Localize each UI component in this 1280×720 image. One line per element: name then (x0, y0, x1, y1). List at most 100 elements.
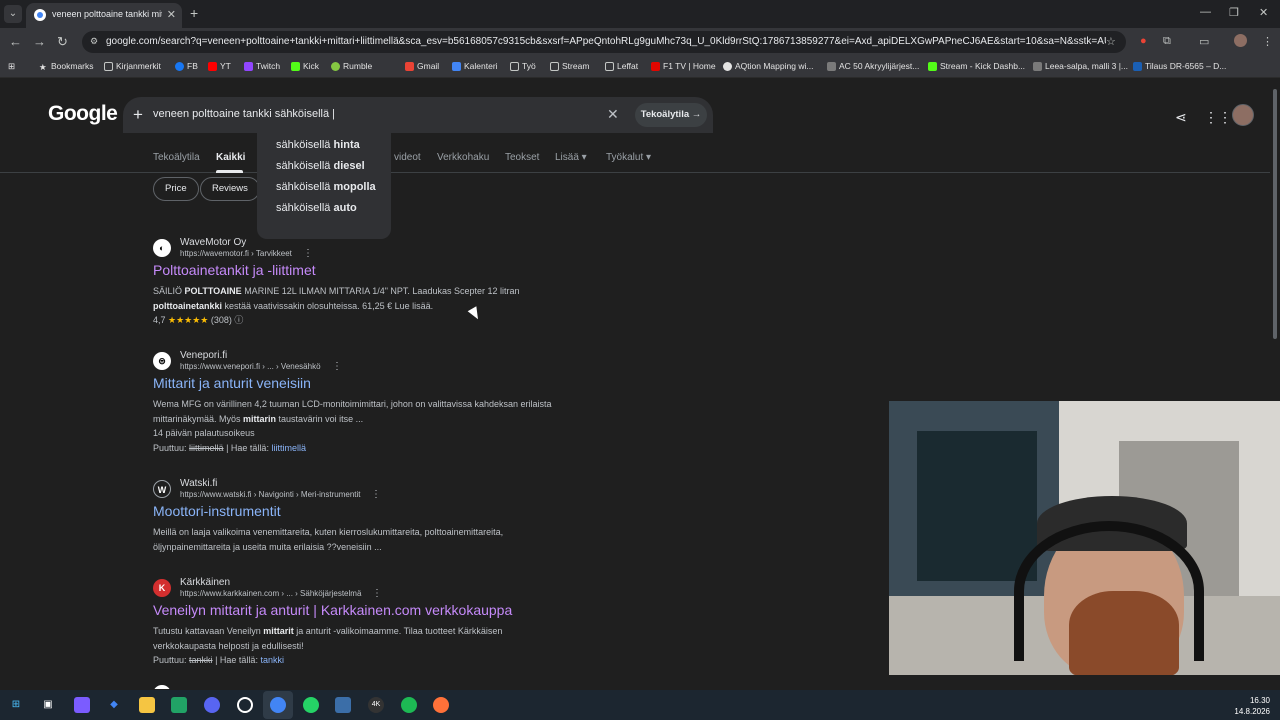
extensions-puzzle-icon[interactable]: ⧉ (1163, 35, 1171, 48)
cast-icon[interactable]: ▭ (1199, 35, 1209, 48)
bookmark-item[interactable]: Rumble (331, 61, 372, 71)
search-input[interactable]: veneen polttoaine tankki sähköisellä | (153, 108, 335, 120)
suggestion-item[interactable]: sähköisellä hinta (276, 139, 360, 151)
tab-books[interactable]: Teokset (505, 152, 539, 163)
url-text: google.com/search?q=veneen+polttoaine+ta… (106, 36, 1106, 47)
forward-button[interactable]: → (33, 34, 46, 49)
info-icon: ⓘ (234, 315, 244, 325)
bookmark-item[interactable]: Työ (510, 61, 536, 71)
chip-price[interactable]: Price (153, 177, 199, 201)
windows-start-icon[interactable]: ⊞ (8, 697, 24, 713)
github-icon (723, 61, 732, 71)
result-url[interactable]: https://www.watski.fi › Navigointi › Mer… (180, 490, 361, 499)
whatsapp-icon[interactable] (303, 697, 319, 713)
bookmark-item[interactable]: Stream - Kick Dashb... (928, 61, 1025, 71)
extension-icon[interactable]: ● (1140, 35, 1147, 47)
reload-button[interactable]: ↻ (57, 34, 68, 50)
share-icon[interactable]: ⋖ (1175, 109, 1187, 126)
bookmark-item[interactable]: AQtion Mapping wi... (723, 61, 813, 71)
profile-avatar[interactable] (1234, 34, 1247, 47)
search-box[interactable]: + veneen polttoaine tankki sähköisellä |… (123, 97, 713, 133)
more-options-icon[interactable]: ⋮ (371, 489, 381, 500)
obs-icon[interactable] (237, 697, 253, 713)
bookmark-item[interactable]: FB (175, 61, 198, 71)
bookmark-item[interactable]: F1 TV | Home (651, 61, 716, 71)
new-tab-button[interactable]: + (190, 5, 198, 21)
app-icon[interactable]: ◆ (106, 697, 122, 713)
bookmark-item[interactable]: Twitch (244, 61, 280, 71)
result-title[interactable]: Mittarit ja anturit veneisiin (153, 375, 311, 391)
bookmark-item[interactable]: Leea-salpa, malli 3 |... (1033, 61, 1128, 71)
result-title[interactable]: Veneilyn mittarit ja anturit | Karkkaine… (153, 602, 512, 618)
site-info-icon[interactable]: ⚙ (90, 36, 100, 46)
minimize-button[interactable]: — (1200, 6, 1211, 18)
ai-mode-button[interactable]: Tekoälytila → (635, 103, 707, 127)
result-url[interactable]: https://wavemotor.fi › Tarvikkeet (180, 249, 292, 258)
4k-app-icon[interactable]: 4K (368, 697, 384, 713)
tab-search-button[interactable]: ⌄ (4, 5, 22, 23)
tab-ai-mode[interactable]: Tekoälytila (153, 152, 200, 163)
result-title[interactable]: Moottori-instrumentit (153, 503, 281, 519)
spotify-icon[interactable] (401, 697, 417, 713)
system-clock[interactable]: 16.30 14.8.2026 (1234, 695, 1270, 717)
result-url[interactable]: https://www.venepori.fi › ... › Venesähk… (180, 362, 321, 371)
discord-icon[interactable] (204, 697, 220, 713)
tab-all[interactable]: Kaikki (216, 152, 245, 163)
bookmark-item[interactable]: Kirjanmerkit (104, 61, 161, 71)
tab-videos[interactable]: videot (394, 152, 421, 163)
more-options-icon[interactable]: ⋮ (372, 588, 382, 599)
plus-icon[interactable]: + (133, 105, 143, 125)
bookmark-item[interactable]: Kalenteri (452, 61, 498, 71)
bookmark-item[interactable]: Tilaus DR-6565 – D... (1133, 61, 1226, 71)
chip-reviews[interactable]: Reviews (200, 177, 260, 201)
result-site-name[interactable]: Watski.fi (180, 478, 217, 489)
tab-tools[interactable]: Työkalut ▾ (606, 152, 651, 163)
tab-more[interactable]: Lisää ▾ (555, 152, 587, 163)
firefox-icon[interactable] (433, 697, 449, 713)
suggestion-item[interactable]: sähköisellä auto (276, 202, 357, 214)
result-site-name[interactable]: Kärkkäinen (180, 577, 230, 588)
app-icon[interactable] (74, 697, 90, 713)
address-bar[interactable]: ⚙ google.com/search?q=veneen+polttoaine+… (82, 31, 1126, 53)
account-avatar[interactable] (1232, 104, 1254, 126)
f1-icon (651, 61, 660, 71)
scrollbar-thumb[interactable] (1273, 89, 1277, 339)
bookmark-item[interactable]: Gmail (405, 61, 439, 71)
suggestion-item[interactable]: sähköisellä diesel (276, 160, 365, 172)
more-options-icon[interactable]: ⋮ (303, 248, 313, 259)
excel-icon[interactable] (171, 697, 187, 713)
bookmark-item[interactable]: YT (208, 61, 231, 71)
bookmark-star-icon[interactable]: ☆ (1106, 35, 1116, 48)
google-logo[interactable]: Google (48, 102, 118, 126)
result-snippet: Tutustu kattavaan Veneilyn mittarit ja a… (153, 624, 553, 668)
result-title[interactable]: Polttoainetankit ja -liittimet (153, 262, 316, 278)
apps-grid-icon[interactable]: ⊞ (8, 61, 15, 72)
result-site-name[interactable]: WaveMotor Oy (180, 237, 246, 248)
menu-icon[interactable]: ⋮ (1262, 35, 1273, 48)
browser-tab[interactable]: veneen polttoaine tankki mittari ✕ (26, 3, 182, 28)
tab-strip: ⌄ veneen polttoaine tankki mittari ✕ + —… (0, 0, 1280, 28)
close-window-button[interactable]: ✕ (1259, 6, 1268, 19)
file-explorer-icon[interactable] (139, 697, 155, 713)
restore-button[interactable]: ❐ (1229, 6, 1239, 19)
must-include-link[interactable]: liittimellä (271, 443, 306, 453)
result-site-name[interactable]: Venepori.fi (180, 350, 227, 361)
tab-web[interactable]: Verkkohaku (437, 152, 489, 163)
bookmark-item[interactable]: ★ Bookmarks (39, 61, 94, 72)
clear-icon[interactable]: ✕ (607, 106, 619, 123)
bookmark-item[interactable]: Leffat (605, 61, 638, 71)
result-url[interactable]: https://www.karkkainen.com › ... › Sähkö… (180, 589, 361, 598)
app-icon[interactable] (335, 697, 351, 713)
bookmark-item[interactable]: Kick (291, 61, 319, 71)
back-button[interactable]: ← (9, 34, 22, 49)
suggestion-item[interactable]: sähköisellä mopolla (276, 181, 376, 193)
bookmark-item[interactable]: Stream (550, 61, 589, 71)
apps-icon[interactable]: ⋮⋮ (1204, 109, 1232, 126)
task-view-icon[interactable]: ▣ (40, 697, 56, 713)
close-tab-icon[interactable]: ✕ (167, 8, 176, 21)
must-include-link[interactable]: tankki (260, 655, 284, 665)
result-snippet: SÄILIÖ POLTTOAINE MARINE 12L ILMAN MITTA… (153, 284, 553, 328)
more-options-icon[interactable]: ⋮ (332, 361, 342, 372)
bookmark-item[interactable]: AC 50 Akryylijärjest... (827, 61, 919, 71)
chrome-icon[interactable] (270, 697, 286, 713)
